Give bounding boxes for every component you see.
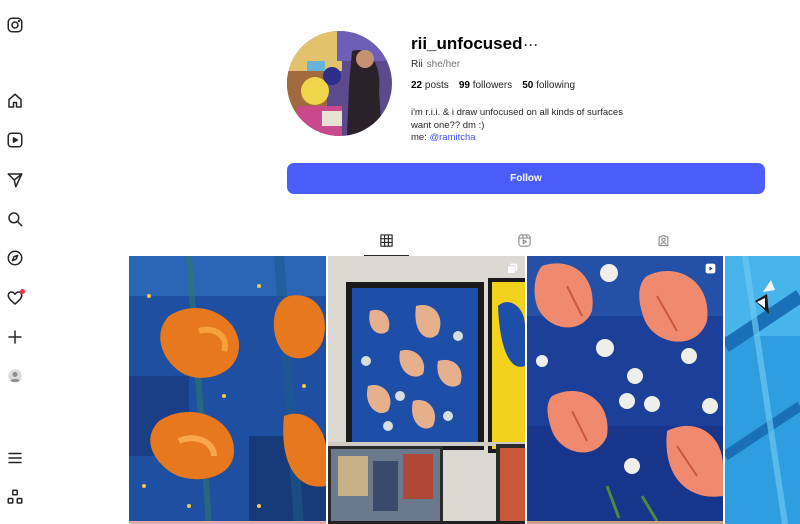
followers-count: 99 <box>458 80 470 91</box>
sidebar <box>0 0 30 524</box>
bio-line-3: me: @ramitcha <box>411 132 623 145</box>
explore-icon[interactable] <box>5 248 25 268</box>
notifications-icon[interactable] <box>5 288 25 308</box>
posts-label: posts <box>424 80 449 91</box>
profile-bio: i'm r.i.i. & i draw unfocused on all kin… <box>411 107 623 145</box>
search-icon[interactable] <box>5 209 25 229</box>
tab-posts[interactable] <box>364 224 409 256</box>
pronouns-text: she/her <box>426 59 461 70</box>
post-thumbnail[interactable] <box>328 256 525 524</box>
following-stat[interactable]: 50 following <box>522 80 575 91</box>
followers-label: followers <box>472 80 513 91</box>
profile-avatar[interactable] <box>287 31 392 136</box>
post-thumbnail[interactable] <box>129 256 326 524</box>
tab-tagged[interactable] <box>641 224 686 256</box>
posts-grid <box>129 256 800 524</box>
full-name-text: Rii <box>411 59 423 70</box>
following-label: following <box>536 80 576 91</box>
profile-full-name: Rii she/her <box>411 59 460 70</box>
messages-icon[interactable] <box>5 170 25 190</box>
instagram-logo-icon[interactable] <box>5 15 25 35</box>
posts-stat: 22 posts <box>411 80 449 91</box>
profile-stats: 22 posts 99 followers 50 following <box>411 80 575 91</box>
notification-dot <box>20 289 25 294</box>
create-icon[interactable] <box>5 327 25 347</box>
more-apps-icon[interactable] <box>5 487 25 507</box>
bio-line-2: want one?? dm :) <box>411 119 485 131</box>
posts-count: 22 <box>411 80 423 91</box>
tagged-icon <box>658 234 669 246</box>
posts-grid-icon <box>380 233 393 247</box>
more-options-button[interactable]: ··· <box>524 38 539 52</box>
home-icon[interactable] <box>5 91 25 111</box>
carousel-icon <box>507 263 518 274</box>
profile-username: rii_unfocused <box>411 34 523 53</box>
bio-line-1: i'm r.i.i. & i draw unfocused on all kin… <box>411 107 623 118</box>
post-thumbnail[interactable] <box>725 256 800 524</box>
followers-stat[interactable]: 99 followers <box>459 80 512 91</box>
reel-icon <box>705 263 716 274</box>
menu-icon[interactable] <box>5 448 25 468</box>
follow-button[interactable]: Follow <box>287 163 765 194</box>
profile-tabs <box>129 224 800 256</box>
profile-icon[interactable] <box>5 366 25 386</box>
post-thumbnail[interactable] <box>527 256 723 524</box>
following-count: 50 <box>522 80 534 91</box>
bio-mention-link[interactable]: @ramitcha <box>429 132 475 143</box>
tab-reels[interactable] <box>502 224 547 256</box>
reels-icon[interactable] <box>5 130 25 150</box>
reels-icon <box>518 233 531 247</box>
bio-me-prefix: me: <box>411 132 430 143</box>
